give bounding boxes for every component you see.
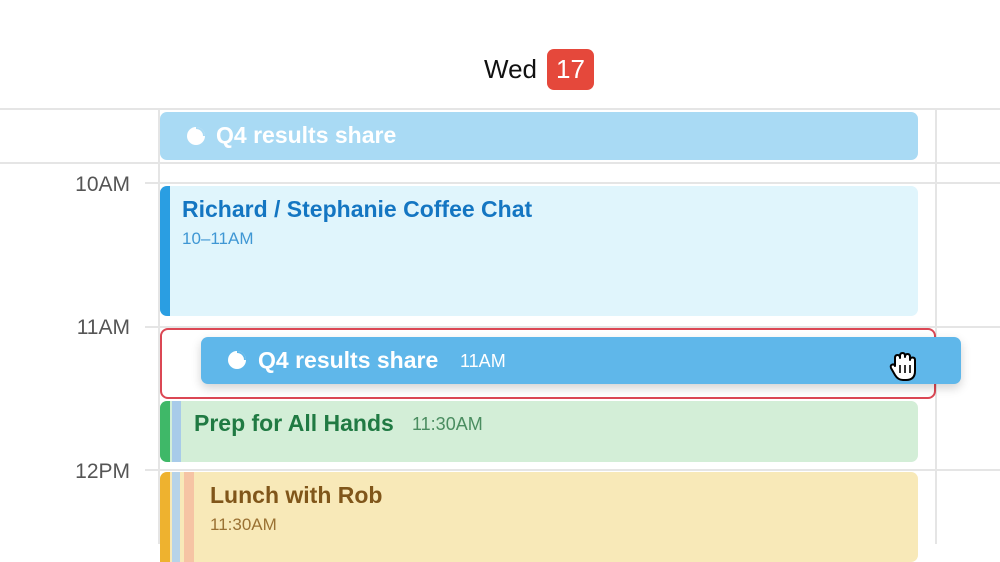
- grab-hand-icon: [887, 349, 923, 385]
- event-color-bar: [160, 186, 170, 316]
- overlap-indicator-bar: [172, 401, 181, 462]
- pie-chart-icon: [186, 126, 206, 146]
- hour-line-12pm: [145, 469, 1000, 471]
- pie-chart-icon: [227, 350, 247, 370]
- event-color-bar: [160, 472, 170, 562]
- dragging-event[interactable]: Q4 results share 11AM: [201, 337, 961, 384]
- day-column-right-border: [935, 108, 937, 544]
- hour-line-10am: [145, 182, 1000, 184]
- time-label-11am: 11AM: [76, 316, 130, 339]
- overlap-indicator-bar: [184, 472, 194, 562]
- dragging-event-time: 11AM: [460, 351, 506, 371]
- event-coffee-chat[interactable]: Richard / Stephanie Coffee Chat 10–11AM: [160, 186, 918, 316]
- event-prep-all-hands[interactable]: Prep for All Hands 11:30AM: [160, 401, 918, 462]
- header-divider: [0, 108, 1000, 110]
- overlap-indicator-bar: [172, 472, 180, 562]
- all-day-event[interactable]: Q4 results share: [160, 112, 918, 160]
- dragging-event-title: Q4 results share: [258, 347, 439, 373]
- day-name: Wed: [484, 54, 537, 84]
- time-label-10am: 10AM: [75, 173, 130, 196]
- event-lunch-with-rob[interactable]: Lunch with Rob 11:30AM: [160, 472, 918, 562]
- event-time: 11:30AM: [412, 414, 483, 434]
- time-label-12pm: 12PM: [75, 460, 130, 483]
- event-title: Prep for All Hands: [194, 410, 394, 436]
- event-color-bar: [160, 401, 170, 462]
- event-time: 11:30AM: [210, 515, 277, 534]
- day-header: Wed 17: [0, 0, 1000, 108]
- all-day-event-title: Q4 results share: [216, 122, 397, 148]
- event-title: Lunch with Rob: [210, 482, 383, 508]
- event-time: 10–11AM: [182, 229, 254, 248]
- event-title: Richard / Stephanie Coffee Chat: [182, 196, 533, 222]
- today-badge[interactable]: 17: [547, 49, 594, 90]
- all-day-divider: [0, 162, 1000, 164]
